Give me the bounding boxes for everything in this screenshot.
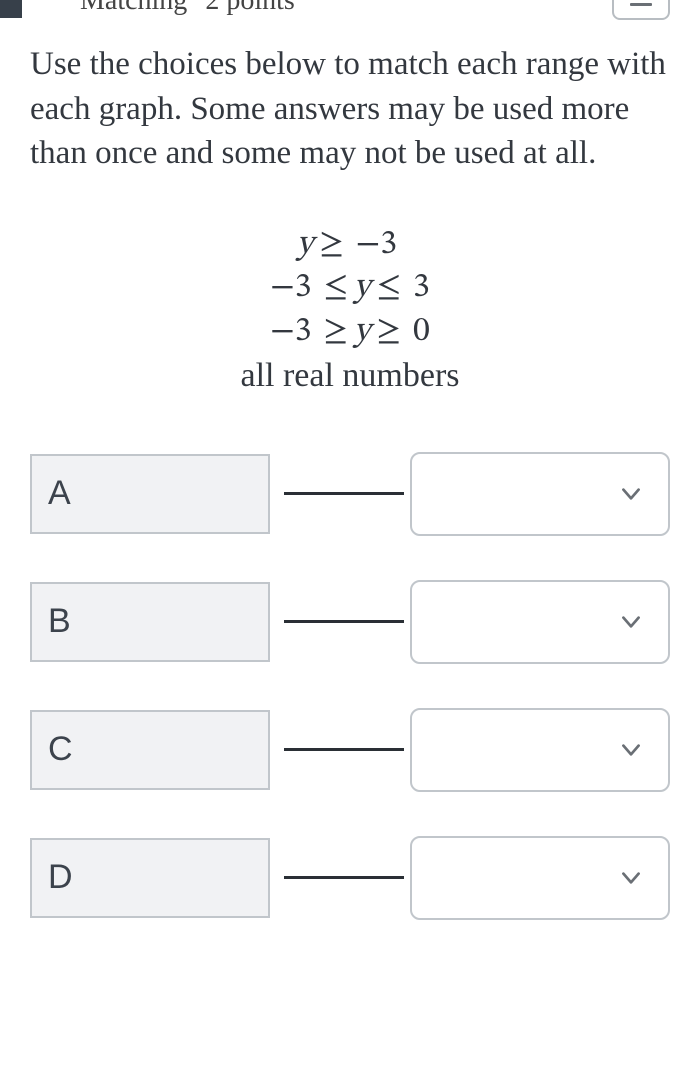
answer-choices: y≥−3 −3≤y≤3 −3≥y≥0 all real numbers xyxy=(0,224,700,398)
choice-2: −3≤y≤3 xyxy=(0,267,700,311)
prompt-label: B xyxy=(48,602,71,641)
choice-1: y≥−3 xyxy=(0,224,700,268)
match-row: D xyxy=(30,836,670,920)
connector-line xyxy=(284,492,404,495)
sidebar-marker xyxy=(0,0,22,18)
answer-select-b[interactable] xyxy=(410,580,670,664)
prompt-box-d: D xyxy=(30,838,270,918)
match-row: A xyxy=(30,452,670,536)
connector-line xyxy=(284,620,404,623)
match-row: C xyxy=(30,708,670,792)
prompt-box-b: B xyxy=(30,582,270,662)
connector-line xyxy=(284,876,404,879)
chevron-down-icon xyxy=(618,481,644,507)
prompt-box-a: A xyxy=(30,454,270,534)
chevron-down-icon xyxy=(618,865,644,891)
choice-3: −3≥y≥0 xyxy=(0,311,700,355)
answer-select-d[interactable] xyxy=(410,836,670,920)
instructions-text: Use the choices below to match each rang… xyxy=(0,20,700,176)
question-header: Matching 2 points xyxy=(0,0,700,20)
answer-select-c[interactable] xyxy=(410,708,670,792)
question-points: 2 points xyxy=(205,0,294,17)
question-type: Matching xyxy=(80,0,187,17)
choice-4: all real numbers xyxy=(0,354,700,398)
match-row: B xyxy=(30,580,670,664)
chevron-down-icon xyxy=(618,609,644,635)
prompt-box-c: C xyxy=(30,710,270,790)
question-menu-button[interactable] xyxy=(612,0,670,20)
matching-list: A B C D xyxy=(0,452,700,920)
prompt-label: C xyxy=(48,730,73,769)
answer-select-a[interactable] xyxy=(410,452,670,536)
connector-line xyxy=(284,748,404,751)
prompt-label: A xyxy=(48,474,71,513)
chevron-down-icon xyxy=(618,737,644,763)
menu-icon xyxy=(630,0,652,6)
prompt-label: D xyxy=(48,858,73,897)
